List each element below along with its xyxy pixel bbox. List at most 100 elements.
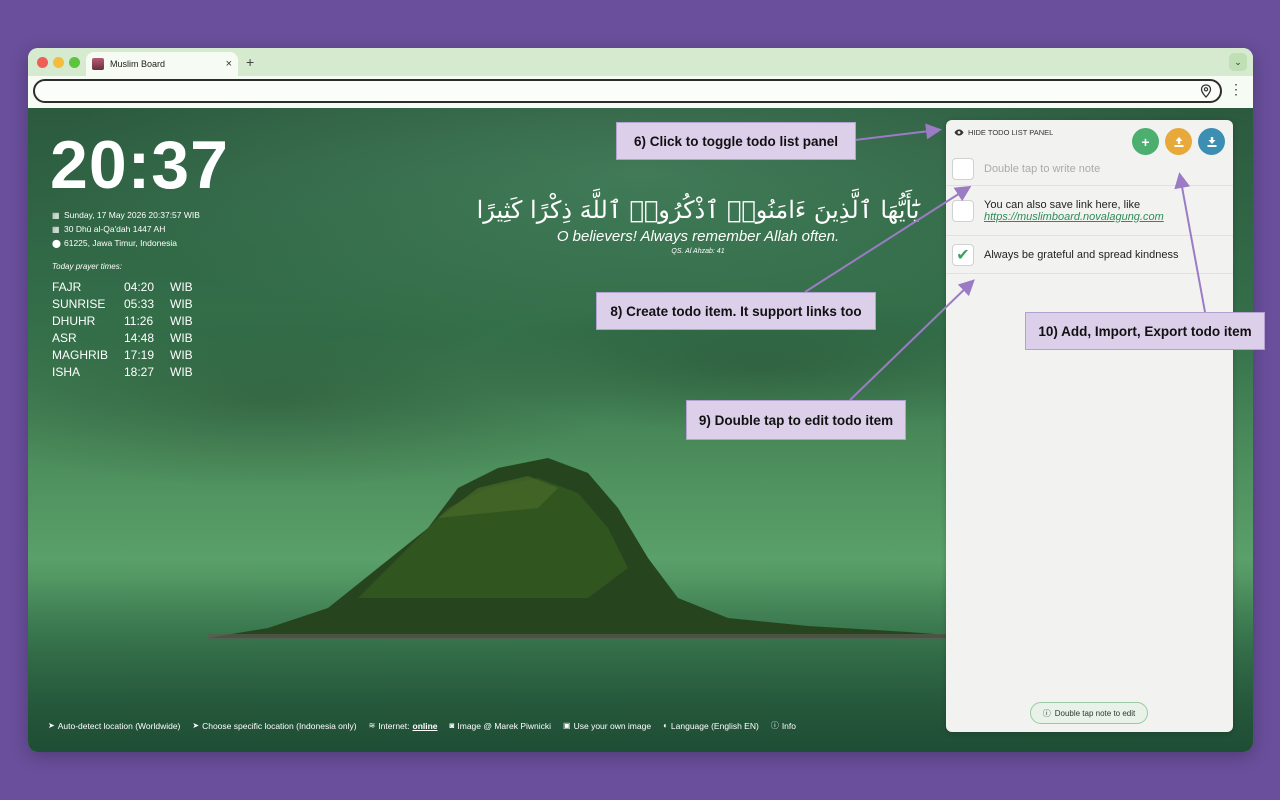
tab-search-button[interactable]: ⌄ [1229, 53, 1247, 71]
prayer-zone: WIB [170, 296, 193, 311]
image-credit-link[interactable]: ◙ Image @ Marek Piwnicki [450, 720, 552, 731]
add-todo-button[interactable]: + [1132, 128, 1159, 155]
location-pin-icon[interactable] [1200, 84, 1212, 98]
prayer-name: DHUHR [52, 313, 96, 328]
callout-edit-todo: 9) Double tap to edit todo item [686, 400, 906, 440]
dashboard-wallpaper: 20:37 ▦ Sunday, 17 May 2026 20:37:57 WIB… [28, 108, 1253, 752]
prayer-name: SUNRISE [52, 296, 106, 311]
todo-checkbox-checked[interactable]: ✔ [952, 243, 974, 266]
auto-detect-location-label: Auto-detect location (Worldwide) [57, 720, 181, 731]
quote-source: QS. Al Ahzab: 41 [671, 248, 725, 255]
hijri-date-text: 30 Dhū al-Qa'dah 1447 AH [64, 224, 166, 234]
map-marker-icon: ⬤ [52, 238, 61, 248]
gregorian-date-text: Sunday, 17 May 2026 20:37:57 WIB [64, 210, 200, 220]
language-label: Language (English EN) [670, 720, 759, 731]
prayer-row-fajr: FAJR 04:20 WIB [52, 278, 193, 295]
navigation-arrow-icon: ➤ [48, 721, 55, 730]
tab-title: Muslim Board [110, 59, 166, 69]
prayer-times-list: FAJR 04:20 WIB SUNRISE 05:33 WIB DHUHR 1… [52, 278, 193, 380]
prayer-times-title: Today prayer times: [52, 262, 122, 271]
info-icon: ⓘ [1042, 708, 1051, 718]
plus-icon: + [1141, 133, 1150, 150]
toggle-icon: ◐ [663, 721, 668, 730]
island-landscape-image [208, 458, 988, 640]
todo-panel: HIDE TODO LIST PANEL + Double tap to wri… [946, 120, 1233, 732]
import-todo-button[interactable] [1165, 128, 1192, 155]
new-todo-placeholder[interactable]: Double tap to write note [984, 163, 1100, 175]
new-tab-button[interactable]: + [246, 54, 254, 70]
camera-icon: ◙ [449, 721, 455, 730]
location: ⬤ 61225, Jawa Timur, Indonesia [52, 236, 200, 250]
prayer-zone: WIB [170, 313, 193, 328]
browser-menu-icon[interactable]: ⋮ [1229, 82, 1243, 96]
download-icon [1207, 136, 1216, 147]
eye-icon [954, 129, 964, 136]
prayer-zone: WIB [170, 330, 193, 345]
language-toggle[interactable]: ◐ Language (English EN) [663, 720, 759, 731]
todo-checkbox[interactable] [952, 157, 974, 180]
footer-bar: ➤ Auto-detect location (Worldwide) ➤ Cho… [48, 720, 808, 731]
hide-todo-panel-label: HIDE TODO LIST PANEL [968, 128, 1054, 137]
prayer-time: 11:26 [124, 313, 154, 328]
use-own-image-label: Use your own image [573, 720, 652, 731]
gregorian-date: ▦ Sunday, 17 May 2026 20:37:57 WIB [52, 208, 200, 222]
prayer-time: 14:48 [124, 330, 155, 345]
prayer-time: 17:19 [124, 347, 155, 362]
todo-item[interactable]: ✔ Always be grateful and spread kindness [946, 236, 1233, 274]
info-link[interactable]: ⓘ Info [771, 720, 796, 731]
clock-display: 20:37 [50, 127, 229, 203]
callout-toggle-panel: 6) Click to toggle todo list panel [616, 122, 856, 160]
minimize-window-button[interactable] [53, 57, 64, 68]
prayer-row-isha: ISHA 18:27 WIB [52, 363, 193, 380]
internet-online-status: online [412, 720, 438, 731]
prayer-time: 05:33 [124, 296, 155, 311]
prayer-time: 18:27 [124, 364, 155, 379]
callout-add-import-export: 10) Add, Import, Export todo item [1025, 312, 1265, 350]
favicon-icon [92, 58, 104, 70]
use-own-image-link[interactable]: ▣ Use your own image [563, 720, 651, 731]
prayer-row-sunrise: SUNRISE 05:33 WIB [52, 295, 193, 312]
wifi-icon: ≋ [368, 721, 376, 730]
internet-label: Internet: [378, 720, 410, 731]
todo-item-link[interactable]: https://muslimboard.novalagung.com [984, 211, 1164, 223]
address-bar[interactable] [33, 79, 1222, 103]
prayer-name: ISHA [52, 364, 81, 379]
prayer-time: 04:20 [124, 279, 155, 294]
tab-bar: Muslim Board × + ⌄ [28, 48, 1253, 76]
export-todo-button[interactable] [1198, 128, 1225, 155]
checkmark-icon: ✔ [956, 246, 970, 264]
prayer-row-maghrib: MAGHRIB 17:19 WIB [52, 346, 193, 363]
tab-muslim-board[interactable]: Muslim Board × [86, 52, 238, 76]
todo-item-text: Always be grateful and spread kindness [984, 248, 1179, 261]
info-label: Info [781, 720, 796, 731]
edit-hint-text: Double tap note to edit [1054, 708, 1136, 718]
todo-checkbox[interactable] [952, 199, 974, 222]
prayer-row-asr: ASR 14:48 WIB [52, 329, 193, 346]
prayer-zone: WIB [170, 347, 193, 362]
hide-todo-panel-toggle[interactable]: HIDE TODO LIST PANEL [954, 128, 1053, 137]
image-credit-label: Image @ Marek Piwnicki [457, 720, 552, 731]
auto-detect-location-link[interactable]: ➤ Auto-detect location (Worldwide) [48, 720, 180, 731]
navigation-arrow-icon: ➤ [192, 721, 200, 730]
close-window-button[interactable] [37, 57, 48, 68]
calendar-icon: ▦ [52, 210, 60, 220]
prayer-zone: WIB [170, 279, 193, 294]
calendar-icon: ▦ [52, 224, 60, 234]
info-icon: ⓘ [770, 721, 779, 730]
todo-item-text: You can also save link here, like [984, 198, 1141, 211]
maximize-window-button[interactable] [69, 57, 80, 68]
choose-location-link[interactable]: ➤ Choose specific location (Indonesia on… [192, 720, 356, 731]
date-location-block: ▦ Sunday, 17 May 2026 20:37:57 WIB ▦ 30 … [52, 208, 200, 250]
prayer-row-dhuhr: DHUHR 11:26 WIB [52, 312, 193, 329]
todo-item[interactable]: You can also save link here, like https:… [946, 186, 1233, 236]
image-icon: ▣ [563, 721, 571, 730]
callout-create-todo: 8) Create todo item. It support links to… [596, 292, 876, 330]
internet-status: ≋ Internet: online [369, 720, 438, 731]
new-todo-row[interactable]: Double tap to write note [946, 152, 1233, 186]
prayer-name: ASR [52, 330, 77, 345]
tab-close-icon[interactable]: × [226, 58, 232, 70]
prayer-name: MAGHRIB [52, 347, 109, 362]
quran-quote: يَٰٓأَيُّهَا ٱلَّذِينَ ءَامَنُوا۟ ٱذْكُر… [408, 196, 988, 255]
quote-arabic: يَٰٓأَيُّهَا ٱلَّذِينَ ءَامَنُوا۟ ٱذْكُر… [476, 196, 920, 224]
upload-icon [1174, 136, 1183, 147]
